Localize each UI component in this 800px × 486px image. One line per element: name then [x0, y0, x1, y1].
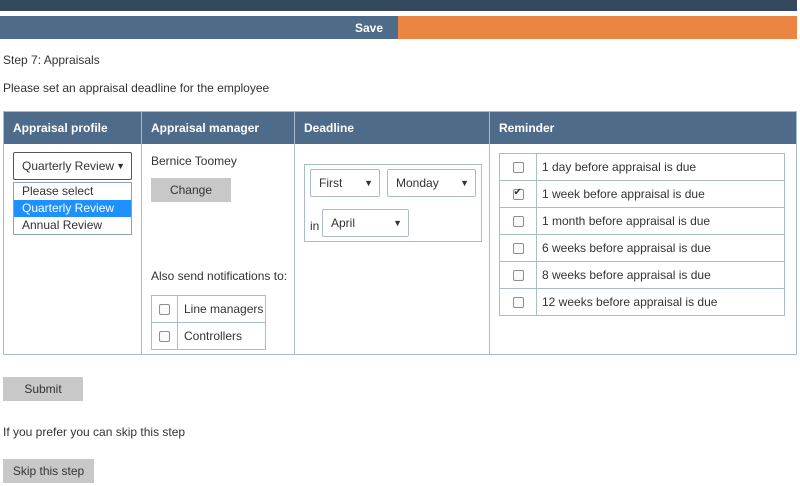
top-bar [0, 0, 797, 11]
reminder-checkbox[interactable] [512, 162, 524, 174]
step-title: Step 7: Appraisals [3, 53, 100, 67]
chevron-down-icon: ▼ [364, 178, 373, 188]
notification-row: Line managers [151, 295, 266, 323]
reminder-row: 1 month before appraisal is due [499, 207, 785, 235]
weekday-select[interactable]: Monday ▼ [387, 169, 476, 197]
notification-table: Line managers Controllers [151, 295, 266, 350]
reminder-row: 6 weeks before appraisal is due [499, 234, 785, 262]
reminder-label: 1 week before appraisal is due [536, 180, 785, 208]
reminder-label: 1 month before appraisal is due [536, 207, 785, 235]
also-send-label: Also send notifications to: [151, 269, 288, 283]
weekday-value: Monday [396, 176, 439, 190]
chevron-down-icon: ▼ [116, 161, 125, 171]
deadline-box: First ▼ Monday ▼ in April ▼ [304, 164, 482, 242]
manager-name: Bernice Toomey [151, 154, 237, 168]
progress-accent [398, 16, 797, 39]
reminder-label: 8 weeks before appraisal is due [536, 261, 785, 289]
reminder-checkbox[interactable] [512, 216, 524, 228]
notification-label: Controllers [177, 322, 266, 350]
reminder-checkbox[interactable] [512, 297, 524, 309]
profile-select-value: Quarterly Review [22, 159, 115, 173]
reminder-column: Reminder 1 day before appraisal is due 1… [490, 112, 796, 354]
reminder-row: 8 weeks before appraisal is due [499, 261, 785, 289]
profile-column: Appraisal profile Quarterly Review ▼ Ple… [4, 112, 142, 354]
reminder-checkbox[interactable] [512, 270, 524, 282]
reminder-row: 12 weeks before appraisal is due [499, 288, 785, 316]
in-label: in [310, 219, 320, 233]
profile-select[interactable]: Quarterly Review ▼ [13, 152, 132, 180]
month-select[interactable]: April ▼ [322, 209, 409, 237]
notification-label: Line managers [177, 295, 266, 323]
profile-option[interactable]: Please select [14, 183, 131, 200]
profile-option-selected[interactable]: Quarterly Review [14, 200, 131, 217]
reminder-checkbox-checked[interactable] [512, 187, 524, 201]
month-value: April [331, 216, 356, 230]
profile-header: Appraisal profile [4, 112, 141, 144]
reminder-label: 1 day before appraisal is due [536, 153, 785, 181]
intro-text: Please set an appraisal deadline for the… [3, 81, 270, 95]
deadline-column: Deadline First ▼ Monday ▼ in April ▼ [295, 112, 490, 354]
manager-header: Appraisal manager [142, 112, 294, 144]
change-manager-button[interactable]: Change [151, 178, 231, 202]
profile-dropdown: Please select Quarterly Review Annual Re… [13, 182, 132, 235]
line-managers-checkbox[interactable] [159, 304, 170, 316]
appraisal-grid: Appraisal profile Quarterly Review ▼ Ple… [3, 111, 797, 355]
ordinal-select[interactable]: First ▼ [310, 169, 380, 197]
chevron-down-icon: ▼ [460, 178, 469, 188]
save-bar: Save [0, 16, 797, 39]
skip-text: If you prefer you can skip this step [3, 425, 186, 439]
reminder-row: 1 week before appraisal is due [499, 180, 785, 208]
manager-column: Appraisal manager Bernice Toomey Change … [142, 112, 295, 354]
reminder-label: 6 weeks before appraisal is due [536, 234, 785, 262]
reminder-row: 1 day before appraisal is due [499, 153, 785, 181]
ordinal-value: First [319, 176, 343, 190]
profile-option[interactable]: Annual Review [14, 217, 131, 234]
skip-step-button[interactable]: Skip this step [3, 459, 94, 483]
save-button[interactable]: Save [0, 16, 398, 39]
reminder-label: 12 weeks before appraisal is due [536, 288, 785, 316]
controllers-checkbox[interactable] [159, 331, 170, 343]
deadline-header: Deadline [295, 112, 489, 144]
notification-row: Controllers [151, 322, 266, 350]
reminder-checkbox[interactable] [512, 243, 524, 255]
submit-button[interactable]: Submit [3, 377, 83, 401]
reminder-header: Reminder [490, 112, 796, 144]
reminder-table: 1 day before appraisal is due 1 week bef… [499, 153, 785, 316]
chevron-down-icon: ▼ [393, 218, 402, 228]
